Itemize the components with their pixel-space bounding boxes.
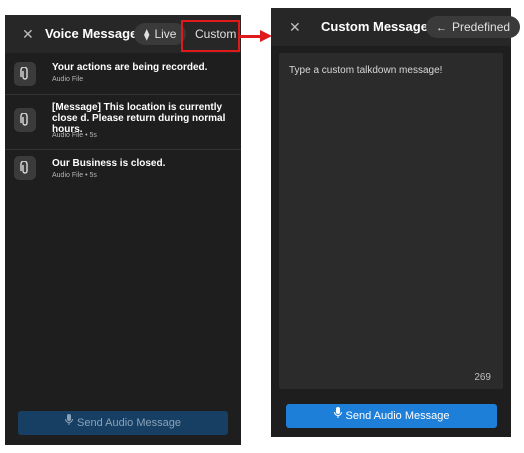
custom-message-panel: ✕ Custom Message ← Predefined Type a cust… [271, 8, 521, 437]
send-audio-button[interactable]: Send Audio Message [18, 411, 228, 435]
tab-live[interactable]: ⧫ Live [134, 23, 187, 45]
list-item[interactable]: [Message] This location is currently clo… [5, 94, 241, 150]
highlight-box [181, 20, 240, 52]
message-title: Our Business is closed. [52, 158, 166, 169]
message-meta: Audio File [52, 76, 84, 83]
character-counter: 269 [474, 372, 491, 383]
voice-messages-panel: ✕ Voice Messages ⧫ Live Custom Your actio… [5, 15, 241, 445]
close-icon[interactable]: ✕ [22, 25, 34, 43]
annotation-arrow-shaft [238, 35, 262, 38]
message-title: [Message] This location is currently clo… [52, 102, 226, 135]
tab-predefined-label: Predefined [452, 20, 511, 34]
list-item[interactable]: Your actions are being recorded. Audio F… [5, 56, 241, 95]
tab-predefined[interactable]: ← Predefined [426, 16, 521, 38]
send-audio-label: Send Audio Message [77, 417, 181, 429]
microphone-icon [333, 404, 342, 428]
microphone-icon [65, 411, 74, 435]
arrow-left-icon: ← [436, 22, 447, 34]
panel-title: Voice Messages [45, 26, 145, 41]
send-audio-label: Send Audio Message [345, 410, 450, 422]
message-placeholder: Type a custom talkdown message! [289, 65, 443, 76]
paperclip-icon [14, 108, 36, 132]
panel-header: ✕ Custom Message ← Predefined [271, 8, 521, 46]
paperclip-icon [14, 62, 36, 86]
paperclip-icon [14, 156, 36, 180]
send-audio-button[interactable]: Send Audio Message [286, 404, 497, 428]
list-item[interactable]: Our Business is closed. Audio File • 5s [5, 150, 241, 190]
close-icon[interactable]: ✕ [289, 18, 301, 36]
message-meta: Audio File • 5s [52, 172, 97, 179]
custom-message-input[interactable]: Type a custom talkdown message! 269 [279, 53, 503, 389]
message-meta: Audio File • 5s [52, 132, 97, 139]
panel-title: Custom Message [321, 19, 428, 34]
waveform-icon: ⧫ [144, 29, 150, 41]
message-title: Your actions are being recorded. [52, 62, 208, 73]
tab-live-label: Live [154, 27, 177, 41]
